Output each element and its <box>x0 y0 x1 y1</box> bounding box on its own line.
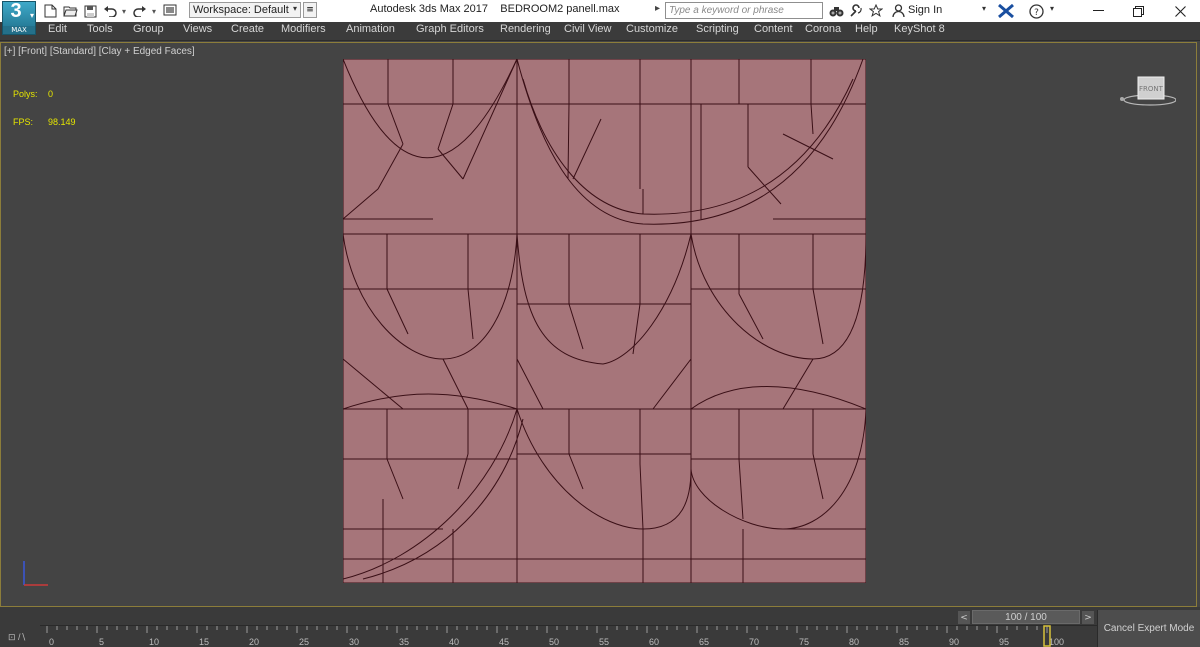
redo-dropdown-icon[interactable]: ▾ <box>152 7 156 16</box>
menu-content[interactable]: Content <box>754 23 793 35</box>
ruler-tick-label: 60 <box>649 637 659 647</box>
ruler-tick-label: 25 <box>299 637 309 647</box>
time-slider[interactable]: 100 / 100 <box>972 610 1080 624</box>
menu-civil-view[interactable]: Civil View <box>564 23 611 35</box>
viewcube-face-label: FRONT <box>1139 85 1164 93</box>
search-input[interactable] <box>665 2 823 19</box>
ruler-tick-label: 15 <box>199 637 209 647</box>
polys-label: Polys: <box>13 89 38 99</box>
menu-animation[interactable]: Animation <box>346 23 395 35</box>
close-window-icon[interactable] <box>1168 2 1192 20</box>
user-icon[interactable] <box>890 3 906 19</box>
menu-group[interactable]: Group <box>133 23 164 35</box>
fps-value: 98.149 <box>48 117 76 127</box>
viewport-label-menu[interactable]: [+] [Front] [Standard] [Clay + Edged Fac… <box>4 46 195 57</box>
undo-icon[interactable] <box>102 3 118 19</box>
polys-value: 0 <box>48 89 54 99</box>
ruler-tick-label: 10 <box>149 637 159 647</box>
menu-rendering[interactable]: Rendering <box>500 23 551 35</box>
menu-bar: Edit Tools Group Views Create Modifiers … <box>0 22 1200 41</box>
frame-ruler[interactable]: 0 5 10 15 20 25 30 35 40 45 50 55 60 65 70 75 80 85 90 95 10… <box>40 625 1100 647</box>
ruler-tick-label: 50 <box>549 637 559 647</box>
help-icon[interactable]: ? <box>1028 3 1044 19</box>
ruler-tick-label: 75 <box>799 637 809 647</box>
exchange-apps-icon[interactable] <box>998 3 1014 19</box>
app-menu-dropdown-icon: ▾ <box>29 11 34 20</box>
new-file-icon[interactable] <box>42 3 58 19</box>
ruler-tick-label: 65 <box>699 637 709 647</box>
fps-label: FPS: <box>13 117 34 127</box>
ruler-tick-label: 80 <box>849 637 859 647</box>
favorites-star-icon[interactable] <box>868 3 884 19</box>
ruler-tick-label: 90 <box>949 637 959 647</box>
ruler-tick-label: 35 <box>399 637 409 647</box>
workspace-label: Workspace: Default <box>193 4 289 16</box>
file-name: BEDROOM2 panell.max <box>500 3 620 15</box>
mesh-plane[interactable] <box>343 59 866 583</box>
next-frame-icon[interactable]: > <box>1082 611 1094 624</box>
viewcube[interactable]: FRONT <box>1116 74 1176 108</box>
menu-customize[interactable]: Customize <box>626 23 678 35</box>
quick-access-toolbar: ▾ ▾ <box>42 2 178 20</box>
prev-frame-icon[interactable]: < <box>958 611 970 624</box>
ruler-tick-label: 45 <box>499 637 509 647</box>
window-title: Autodesk 3ds Max 2017 BEDROOM2 panell.ma… <box>370 3 619 15</box>
curve-editor-icon[interactable]: ⊡ /∖ <box>8 632 26 643</box>
open-file-icon[interactable] <box>62 3 78 19</box>
minimize-window-icon[interactable] <box>1086 2 1110 20</box>
workspace-dropdown-icon: ▾ <box>292 4 297 13</box>
ruler-tick-label: 70 <box>749 637 759 647</box>
project-folder-icon[interactable] <box>162 3 178 19</box>
cancel-expert-mode-button[interactable]: Cancel Expert Mode <box>1097 610 1200 647</box>
menu-graph-editors[interactable]: Graph Editors <box>416 23 484 35</box>
app-title: Autodesk 3ds Max 2017 <box>370 3 489 15</box>
svg-text:?: ? <box>1034 8 1039 18</box>
ruler-tick-label: 40 <box>449 637 459 647</box>
menu-help[interactable]: Help <box>855 23 878 35</box>
menu-keyshot[interactable]: KeyShot 8 <box>894 23 945 35</box>
app-logo-sub: MAX <box>3 26 35 34</box>
world-axis-tripod <box>23 561 48 586</box>
ruler-tick-label: 85 <box>899 637 909 647</box>
title-bar: 3 ▾ MAX ▾ ▾ Workspace: Default ▾ ≡ Autod… <box>0 0 1200 35</box>
menu-views[interactable]: Views <box>183 23 212 35</box>
frame-display: 100 / 100 <box>1005 611 1047 623</box>
undo-dropdown-icon[interactable]: ▾ <box>122 7 126 16</box>
ruler-tick-label: 5 <box>99 637 104 647</box>
workspace-selector[interactable]: Workspace: Default ▾ <box>189 2 301 18</box>
ruler-tick-label: 55 <box>599 637 609 647</box>
menu-create[interactable]: Create <box>231 23 264 35</box>
ruler-tick-label: 95 <box>999 637 1009 647</box>
binoculars-icon[interactable] <box>828 3 844 19</box>
menu-modifiers[interactable]: Modifiers <box>281 23 326 35</box>
menu-corona[interactable]: Corona <box>805 23 841 35</box>
ruler-tick-label: 100 <box>1049 637 1064 647</box>
communication-center-icon[interactable] <box>848 3 864 19</box>
workspace-options-icon[interactable]: ≡ <box>303 2 317 18</box>
ruler-tick-label: 20 <box>249 637 259 647</box>
app-logo-number: 3 <box>10 0 22 22</box>
mesh-surface <box>343 59 866 583</box>
menu-edit[interactable]: Edit <box>48 23 67 35</box>
redo-icon[interactable] <box>132 3 148 19</box>
sign-in-link[interactable]: Sign In <box>908 4 942 16</box>
ruler-tick-label: 0 <box>49 637 54 647</box>
sign-in-dropdown-icon[interactable]: ▾ <box>982 4 986 13</box>
help-dropdown-icon[interactable]: ▾ <box>1050 4 1054 13</box>
search-expand-icon[interactable]: ▸ <box>655 3 660 14</box>
ruler-tick-label: 30 <box>349 637 359 647</box>
save-file-icon[interactable] <box>82 3 98 19</box>
app-menu-button[interactable]: 3 ▾ MAX <box>2 0 36 35</box>
menu-tools[interactable]: Tools <box>87 23 113 35</box>
restore-window-icon[interactable] <box>1126 2 1150 20</box>
menu-scripting[interactable]: Scripting <box>696 23 739 35</box>
